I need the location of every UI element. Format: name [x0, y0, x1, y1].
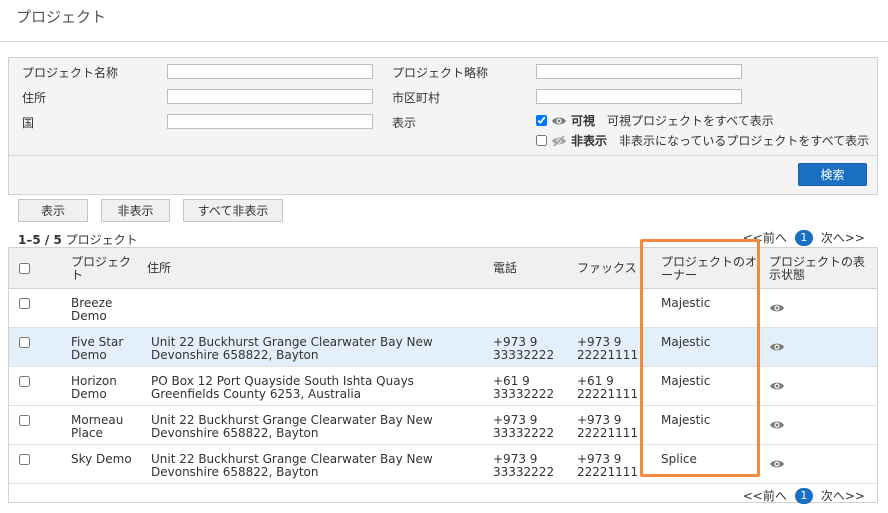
- hidden-filter-row: 非表示 非表示になっているプロジェクトをすべて表示: [536, 132, 869, 149]
- pager-prev[interactable]: <<前へ: [743, 487, 787, 504]
- cell-address: PO Box 12 Port Quayside South Ishta Quay…: [151, 374, 414, 401]
- result-count: 1–5 / 5 プロジェクト: [18, 231, 138, 248]
- hide-all-button[interactable]: すべて非表示: [183, 199, 283, 222]
- filter-panel: プロジェクト名称 プロジェクト略称 住所 市区町村 国 表示 可視 可視プロジェ…: [8, 57, 878, 195]
- cell-project[interactable]: Horizon Demo: [71, 375, 141, 401]
- table-row[interactable]: Breeze Demo Majestic: [9, 289, 877, 328]
- hidden-label: 非表示: [571, 134, 608, 148]
- table-header: プロジェクト 住所 電話 ファックス プロジェクトのオーナー プロジェクトの表示…: [9, 248, 877, 289]
- search-button[interactable]: 検索: [798, 163, 867, 186]
- header-owner[interactable]: プロジェクトのオーナー: [661, 256, 761, 282]
- header-fax[interactable]: ファックス: [577, 262, 637, 275]
- eye-icon[interactable]: [769, 380, 785, 392]
- eye-icon[interactable]: [769, 419, 785, 431]
- cell-phone: +61 9 33332222: [493, 374, 555, 401]
- result-range: 1–5 / 5: [18, 233, 62, 247]
- cell-owner: Majestic: [661, 296, 711, 310]
- cell-project[interactable]: Five Star Demo: [71, 336, 141, 362]
- cell-fax: +61 9 22221111: [577, 374, 639, 401]
- table-row[interactable]: Sky Demo Unit 22 Buckhurst Grange Clearwa…: [9, 445, 877, 484]
- pager-prev[interactable]: <<前へ: [743, 229, 787, 246]
- cell-address: Unit 22 Buckhurst Grange Clearwater Bay …: [151, 452, 433, 479]
- cell-phone: +973 9 33332222: [493, 335, 555, 362]
- city-input[interactable]: [536, 89, 742, 104]
- display-label: 表示: [392, 116, 417, 130]
- pager-bottom: <<前へ 1 次へ>>: [743, 487, 865, 504]
- header-phone[interactable]: 電話: [493, 262, 517, 275]
- pager-current-page[interactable]: 1: [794, 487, 813, 504]
- cell-fax: +973 9 22221111: [577, 335, 639, 362]
- visible-desc: 可視プロジェクトをすべて表示: [607, 114, 774, 128]
- hide-button[interactable]: 非表示: [101, 199, 170, 222]
- cell-phone: +973 9 33332222: [493, 452, 555, 479]
- row-checkbox[interactable]: [19, 298, 30, 309]
- cell-address: Unit 22 Buckhurst Grange Clearwater Bay …: [151, 335, 433, 362]
- country-label: 国: [22, 116, 35, 130]
- filter-divider: [9, 155, 877, 156]
- pager-current-page[interactable]: 1: [794, 229, 813, 246]
- table-row[interactable]: Five Star Demo Unit 22 Buckhurst Grange C…: [9, 328, 877, 367]
- cell-owner: Majestic: [661, 374, 711, 388]
- result-unit: プロジェクト: [65, 233, 138, 247]
- row-checkbox[interactable]: [19, 454, 30, 465]
- cell-fax: +973 9 22221111: [577, 452, 639, 479]
- project-abbr-input[interactable]: [536, 64, 742, 79]
- header-address[interactable]: 住所: [147, 262, 171, 275]
- select-all-checkbox[interactable]: [19, 263, 30, 274]
- visible-label: 可視: [571, 114, 596, 128]
- eye-icon[interactable]: [769, 341, 785, 353]
- pager-next[interactable]: 次へ>>: [821, 487, 865, 504]
- title-divider: [0, 41, 888, 42]
- header-project[interactable]: プロジェクト: [71, 256, 135, 282]
- row-checkbox[interactable]: [19, 376, 30, 387]
- eye-icon[interactable]: [769, 302, 785, 314]
- visible-checkbox[interactable]: [536, 115, 547, 126]
- show-button[interactable]: 表示: [18, 199, 88, 222]
- cell-owner: Majestic: [661, 335, 711, 349]
- table-row[interactable]: Horizon Demo PO Box 12 Port Quayside Sout…: [9, 367, 877, 406]
- address-input[interactable]: [167, 89, 373, 104]
- cell-fax: +973 9 22221111: [577, 413, 639, 440]
- cell-phone: +973 9 33332222: [493, 413, 555, 440]
- country-input[interactable]: [167, 114, 373, 129]
- hidden-checkbox[interactable]: [536, 135, 547, 146]
- visible-filter-row: 可視 可視プロジェクトをすべて表示: [536, 112, 774, 129]
- cell-project[interactable]: Morneau Place: [71, 414, 141, 440]
- cell-project[interactable]: Breeze Demo: [71, 297, 141, 323]
- pager-top: <<前へ 1 次へ>>: [743, 229, 865, 246]
- project-abbr-label: プロジェクト略称: [392, 66, 489, 80]
- cell-owner: Majestic: [661, 413, 711, 427]
- project-name-label: プロジェクト名称: [22, 66, 119, 80]
- project-name-input[interactable]: [167, 64, 373, 79]
- page-title: プロジェクト: [16, 8, 107, 26]
- eye-slash-icon: [551, 134, 567, 147]
- city-label: 市区町村: [392, 91, 441, 105]
- cell-address: Unit 22 Buckhurst Grange Clearwater Bay …: [151, 413, 433, 440]
- eye-icon[interactable]: [769, 458, 785, 470]
- row-checkbox[interactable]: [19, 337, 30, 348]
- header-visibility[interactable]: プロジェクトの表示状態: [769, 256, 873, 282]
- pager-next[interactable]: 次へ>>: [821, 229, 865, 246]
- table-row[interactable]: Morneau Place Unit 22 Buckhurst Grange Cl…: [9, 406, 877, 445]
- row-checkbox[interactable]: [19, 415, 30, 426]
- projects-table: プロジェクト 住所 電話 ファックス プロジェクトのオーナー プロジェクトの表示…: [8, 247, 878, 503]
- eye-icon: [551, 115, 567, 127]
- hidden-desc: 非表示になっているプロジェクトをすべて表示: [619, 134, 870, 148]
- cell-owner: Splice: [661, 452, 697, 466]
- cell-project[interactable]: Sky Demo: [71, 453, 141, 466]
- address-label: 住所: [22, 91, 47, 105]
